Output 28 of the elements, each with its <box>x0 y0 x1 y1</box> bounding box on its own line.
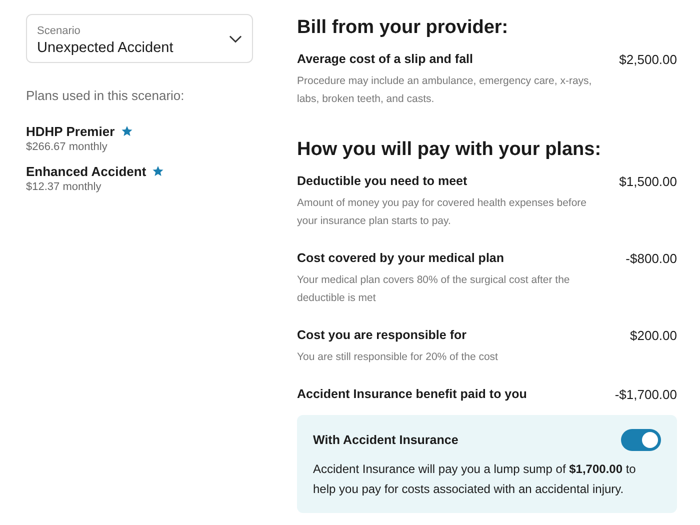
section-heading: Bill from your provider: <box>297 16 510 40</box>
item-description: Your medical plan covers 80% of the surgical cost after the deductible is met <box>297 273 571 306</box>
toggle-switch[interactable] <box>621 429 661 451</box>
plan-price: $12.37 monthly <box>26 180 102 194</box>
plan-name: HDHP Premier <box>26 122 115 140</box>
item-title: Cost covered by your medical plan <box>297 250 504 267</box>
item-amount: -$1,700.00 <box>614 386 677 403</box>
plan-name: Enhanced Accident <box>26 162 146 180</box>
dropdown-label: Scenario <box>37 25 82 38</box>
item-title: Cost you are responsible for <box>297 327 466 344</box>
section-label: Plans used in this scenario: <box>26 87 186 105</box>
item-description: Procedure may include an ambulance, emergency care, x-rays, labs, broken teeth, and casts. <box>297 74 592 107</box>
item-title: Deductible you need to meet <box>297 173 468 190</box>
card-title: With Accident Insurance <box>313 432 458 449</box>
card-text: Accident Insurance will pay you a lump sump of $1,700.00 to help you pay for costs associated with an accidental injury. <box>313 461 637 498</box>
item-description: You are still responsible for 20% of the cost <box>297 350 499 365</box>
chevron-down-icon <box>229 35 242 43</box>
section-heading: How you will pay with your plans: <box>297 138 602 162</box>
plan-price: $266.67 monthly <box>26 140 108 154</box>
item-amount: $200.00 <box>630 327 677 344</box>
item-amount: -$800.00 <box>626 250 677 267</box>
dropdown-value: Unexpected Accident <box>37 39 174 58</box>
item-title: Accident Insurance benefit paid to you <box>297 386 527 403</box>
item-title: Average cost of a slip and fall <box>297 51 473 68</box>
item-description: Amount of money you pay for covered health expenses before your insurance plan starts to pay. <box>297 196 588 229</box>
item-amount: $1,500.00 <box>619 173 677 190</box>
item-amount: $2,500.00 <box>619 51 677 68</box>
scenario-dropdown[interactable]: Scenario Unexpected Accident <box>26 14 253 63</box>
